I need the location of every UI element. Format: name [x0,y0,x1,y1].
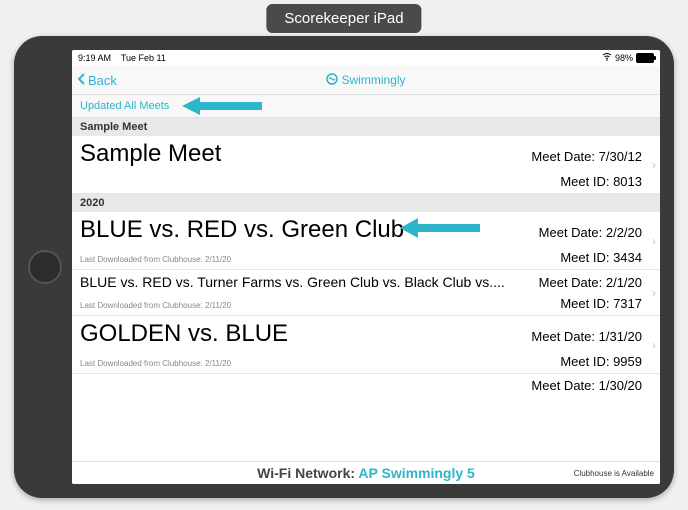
status-date: Tue Feb 11 [121,53,166,63]
meet-row[interactable]: BLUE vs. RED vs. Turner Farms vs. Green … [72,270,660,316]
swimmingly-logo-icon [326,73,338,88]
chevron-right-icon: › [652,286,656,300]
home-button[interactable] [28,250,62,284]
chevron-right-icon: › [652,158,656,172]
meet-id: Meet ID: 9959 [560,354,642,369]
meet-list[interactable]: Sample Meet Sample Meet Meet Date: 7/30/… [72,118,660,461]
status-left: 9:19 AM Tue Feb 11 [78,53,166,63]
meet-date: Meet Date: 2/2/20 [539,225,642,240]
meet-date: Meet Date: 7/30/12 [531,149,642,164]
meet-row[interactable]: GOLDEN vs. BLUE Meet Date: 1/31/20 Last … [72,316,660,374]
annotation-arrow-1 [182,97,262,115]
chevron-left-icon [78,73,86,88]
meet-title: GOLDEN vs. BLUE [80,320,288,348]
section-header: 2020 [72,194,660,212]
meet-date: Meet Date: 1/30/20 [531,378,642,393]
meet-title: BLUE vs. RED vs. Green Club [80,216,531,244]
back-label: Back [88,73,117,88]
meet-id: Meet ID: 7317 [560,296,642,311]
update-all-meets-link[interactable]: Updated All Meets [80,100,169,112]
meet-date: Meet Date: 1/31/20 [531,329,642,344]
footer-bar: Wi-Fi Network: AP Swimmingly 5 Clubhouse… [72,461,660,484]
download-note: Last Downloaded from Clubhouse: 2/11/20 [80,359,231,368]
sub-nav: Updated All Meets [72,95,660,118]
status-time: 9:19 AM [78,53,111,63]
clubhouse-status: Clubhouse is Available [574,469,654,478]
download-note: Last Downloaded from Clubhouse: 2/11/20 [80,255,231,264]
wifi-icon [602,53,612,63]
meet-row[interactable]: Sample Meet Meet Date: 7/30/12 Meet ID: … [72,136,660,194]
chevron-right-icon: › [652,338,656,352]
nav-title-text: Swimmingly [341,73,405,87]
back-button[interactable]: Back [72,73,117,88]
scorekeeper-label: Scorekeeper iPad [266,4,421,33]
wifi-network-name: AP Swimmingly 5 [358,465,474,481]
wifi-label: Wi-Fi Network: AP Swimmingly 5 [257,465,475,481]
battery-icon [636,53,654,63]
screen: 9:19 AM Tue Feb 11 98% Back [72,50,660,484]
download-note: Last Downloaded from Clubhouse: 2/11/20 [80,301,231,310]
meet-row[interactable]: BLUE vs. RED vs. Green Club Meet Date: 2… [72,212,660,270]
meet-title: Sample Meet [80,140,221,168]
status-bar: 9:19 AM Tue Feb 11 98% [72,50,660,66]
battery-pct: 98% [615,53,633,63]
section-header: Sample Meet [72,118,660,136]
nav-title: Swimmingly [72,73,660,88]
status-right: 98% [602,53,654,63]
wifi-prefix: Wi-Fi Network: [257,465,358,481]
meet-id: Meet ID: 8013 [560,174,642,189]
ipad-frame: 9:19 AM Tue Feb 11 98% Back [14,36,674,498]
nav-bar: Back Swimmingly [72,66,660,95]
meet-id: Meet ID: 3434 [560,250,642,265]
chevron-right-icon: › [652,234,656,248]
meet-row[interactable]: Meet Date: 1/30/20 [72,374,660,397]
meet-title: BLUE vs. RED vs. Turner Farms vs. Green … [80,274,505,290]
meet-date: Meet Date: 2/1/20 [539,275,642,290]
